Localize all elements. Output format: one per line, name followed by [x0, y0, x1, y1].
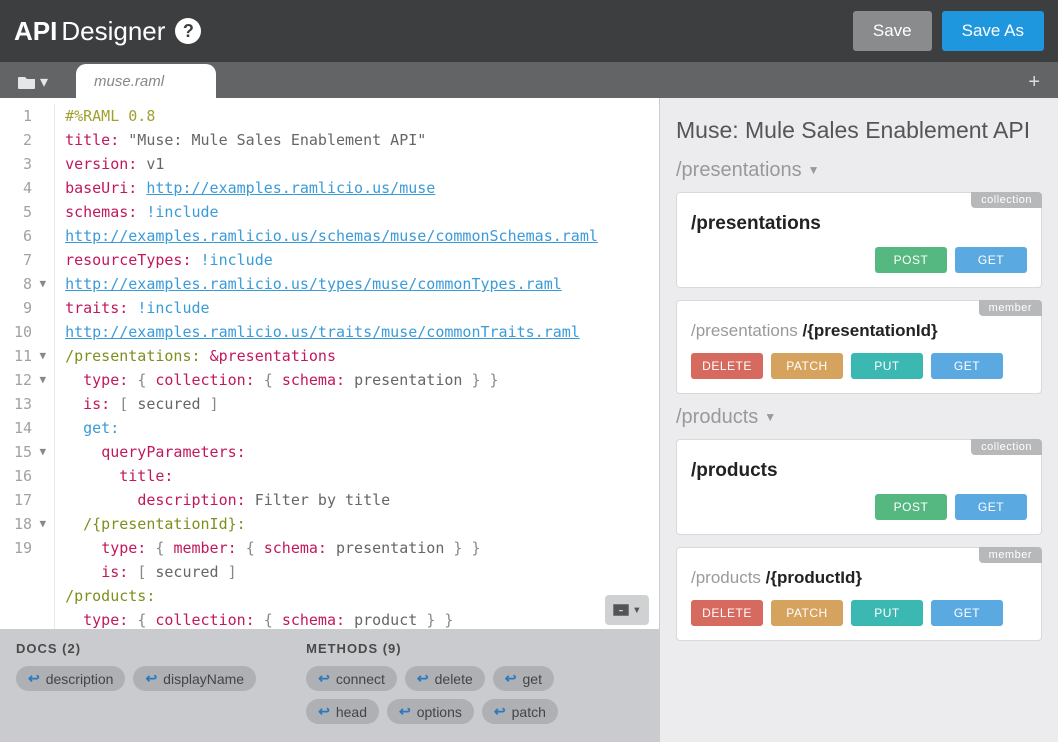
reply-arrow-icon: ↩ [145, 670, 157, 687]
code-content[interactable]: #%RAML 0.8title: "Muse: Mule Sales Enabl… [55, 104, 598, 629]
reply-arrow-icon: ↩ [505, 670, 517, 687]
reply-arrow-icon: ↩ [28, 670, 40, 687]
suggestion-chip[interactable]: ↩get [493, 666, 554, 691]
method-badge-post[interactable]: POST [875, 494, 947, 520]
resource-card: collection /presentations POST GET [676, 192, 1042, 288]
tab-bar: ▾ muse.raml + [0, 62, 1058, 98]
resource-type-badge: member [979, 547, 1042, 563]
app-title: APIDesigner ? [14, 16, 201, 47]
reply-arrow-icon: ↩ [318, 703, 330, 720]
app-header: APIDesigner ? Save Save As [0, 0, 1058, 62]
line-gutter: 12345678▼91011▼12▼131415▼161718▼19 [0, 104, 55, 629]
suggestion-chip[interactable]: ↩delete [405, 666, 485, 691]
method-badge-patch[interactable]: PATCH [771, 600, 843, 626]
reply-arrow-icon: ↩ [417, 670, 429, 687]
suggestion-chip[interactable]: ↩patch [482, 699, 558, 724]
resource-path: /presentations /{presentationId} [691, 321, 1027, 341]
resource-type-badge: collection [971, 439, 1042, 455]
method-badge-patch[interactable]: PATCH [771, 353, 843, 379]
method-badge-get[interactable]: GET [955, 247, 1027, 273]
method-badge-delete[interactable]: DELETE [691, 600, 763, 626]
suggestion-shelf: DOCS (2) ↩description ↩displayName METHOD… [0, 629, 659, 742]
resource-card: member /products /{productId} DELETE PATC… [676, 547, 1042, 641]
api-preview-panel: Muse: Mule Sales Enablement API /present… [660, 98, 1058, 742]
suggestion-chip[interactable]: ↩displayName [133, 666, 256, 691]
shelf-methods-heading: METHODS (9) [306, 641, 566, 656]
method-badge-delete[interactable]: DELETE [691, 353, 763, 379]
resource-card: collection /products POST GET [676, 439, 1042, 535]
chevron-down-icon: ▾ [40, 72, 48, 92]
help-icon[interactable]: ? [175, 18, 201, 44]
chevron-down-icon: ▾ [633, 598, 641, 622]
resource-card: member /presentations /{presentationId} … [676, 300, 1042, 394]
suggestion-chip[interactable]: ↩head [306, 699, 379, 724]
file-tab[interactable]: muse.raml [76, 64, 216, 98]
method-badge-get[interactable]: GET [931, 600, 1003, 626]
chevron-down-icon: ▼ [808, 163, 820, 177]
method-badge-get[interactable]: GET [931, 353, 1003, 379]
reply-arrow-icon: ↩ [494, 703, 506, 720]
resource-type-badge: member [979, 300, 1042, 316]
api-title: Muse: Mule Sales Enablement API [676, 116, 1042, 145]
resource-path: /products [691, 460, 1027, 482]
method-badge-put[interactable]: PUT [851, 353, 923, 379]
code-editor[interactable]: 12345678▼91011▼12▼131415▼161718▼19 #%RAM… [0, 98, 659, 629]
tab-filename: muse.raml [94, 73, 164, 90]
shelf-docs-heading: DOCS (2) [16, 641, 256, 656]
suggestion-chip[interactable]: ↩options [387, 699, 474, 724]
files-dropdown[interactable]: ▾ [10, 66, 56, 98]
reply-arrow-icon: ↩ [399, 703, 411, 720]
resource-section-toggle[interactable]: /products ▼ [676, 406, 1042, 429]
suggestion-chip[interactable]: ↩connect [306, 666, 397, 691]
inbox-icon [613, 604, 629, 616]
save-button[interactable]: Save [853, 11, 932, 51]
method-badge-get[interactable]: GET [955, 494, 1027, 520]
resource-path: /products /{productId} [691, 568, 1027, 588]
shelf-toggle[interactable]: ▾ [605, 595, 649, 625]
method-badge-put[interactable]: PUT [851, 600, 923, 626]
method-badge-post[interactable]: POST [875, 247, 947, 273]
add-tab-button[interactable]: + [1018, 67, 1050, 98]
save-as-button[interactable]: Save As [942, 11, 1044, 51]
folder-icon [18, 75, 36, 89]
chevron-down-icon: ▼ [764, 410, 776, 424]
resource-type-badge: collection [971, 192, 1042, 208]
resource-section-toggle[interactable]: /presentations ▼ [676, 159, 1042, 182]
resource-path: /presentations [691, 213, 1027, 235]
suggestion-chip[interactable]: ↩description [16, 666, 125, 691]
reply-arrow-icon: ↩ [318, 670, 330, 687]
